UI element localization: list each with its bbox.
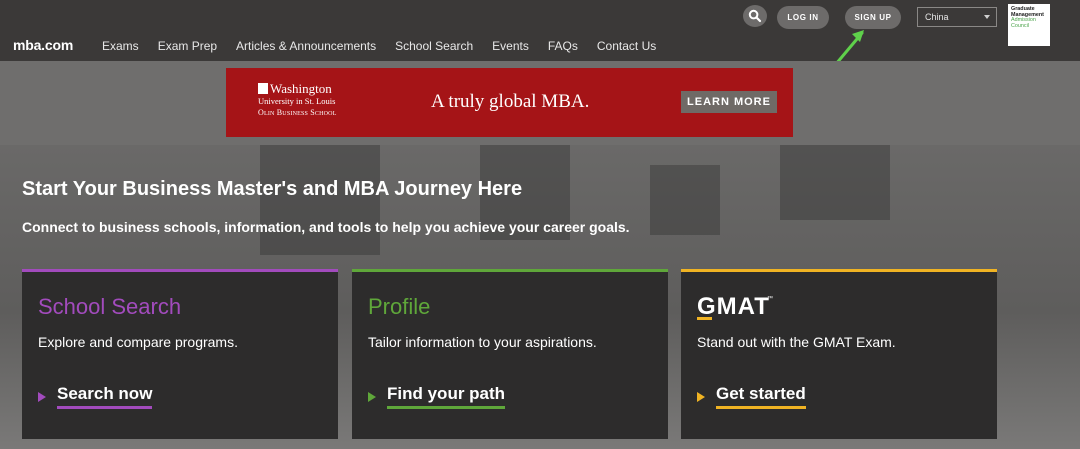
hero-subtitle: Connect to business schools, information… xyxy=(22,219,630,235)
search-now-link[interactable]: Search now xyxy=(38,384,153,409)
crest-icon xyxy=(258,83,268,94)
nav-exam-prep[interactable]: Exam Prep xyxy=(158,39,217,53)
card-title: School Search xyxy=(38,294,182,319)
gmac-logo[interactable]: Graduate Management Admission Council xyxy=(1008,4,1050,46)
card-description: Explore and compare programs. xyxy=(38,334,238,350)
ad-tagline: A truly global MBA. xyxy=(431,91,590,112)
ad-logo-line3: Olin Business School xyxy=(258,108,337,117)
get-started-link[interactable]: Get started xyxy=(697,384,806,409)
site-header: mba.com Exams Exam Prep Articles & Annou… xyxy=(0,0,1080,61)
cta-label: Get started xyxy=(716,384,806,409)
play-arrow-icon xyxy=(368,391,376,402)
main-nav: Exams Exam Prep Articles & Announcements… xyxy=(102,39,675,53)
search-button[interactable] xyxy=(743,5,767,27)
washu-olin-logo: Washington University in St. Louis Olin … xyxy=(258,82,337,119)
card-title: Profile xyxy=(368,294,431,319)
card-description: Stand out with the GMAT Exam. xyxy=(697,334,896,350)
hero-photo-shape xyxy=(780,145,890,220)
hero-photo-shape xyxy=(650,165,720,235)
card-description: Tailor information to your aspirations. xyxy=(368,334,597,350)
cta-label: Search now xyxy=(57,384,153,409)
login-button[interactable]: LOG IN xyxy=(777,6,829,29)
play-arrow-icon xyxy=(38,391,46,402)
profile-card[interactable]: Profile Tailor information to your aspir… xyxy=(352,269,668,439)
ad-logo-line1: Washington xyxy=(270,81,332,96)
find-your-path-link[interactable]: Find your path xyxy=(368,384,506,409)
gmat-card[interactable]: GMAT ™ Stand out with the GMAT Exam. Get… xyxy=(681,269,997,439)
ad-logo-line2: University in St. Louis xyxy=(258,96,336,106)
country-select[interactable]: China xyxy=(917,7,997,27)
nav-exams[interactable]: Exams xyxy=(102,39,139,53)
site-logo[interactable]: mba.com xyxy=(13,37,73,53)
cta-label: Find your path xyxy=(387,384,506,409)
learn-more-button[interactable]: LEARN MORE xyxy=(681,91,777,113)
nav-events[interactable]: Events xyxy=(492,39,529,53)
svg-text:™: ™ xyxy=(767,295,773,302)
play-arrow-icon xyxy=(697,391,705,402)
nav-faqs[interactable]: FAQs xyxy=(548,39,578,53)
gmat-logo-text: GMAT xyxy=(697,293,770,320)
hero-title: Start Your Business Master's and MBA Jou… xyxy=(22,178,523,200)
ad-banner[interactable]: Washington University in St. Louis Olin … xyxy=(226,68,793,137)
search-icon xyxy=(748,9,762,23)
nav-articles[interactable]: Articles & Announcements xyxy=(236,39,376,53)
chevron-down-icon xyxy=(984,15,990,19)
hero-section: Start Your Business Master's and MBA Jou… xyxy=(0,145,1080,449)
school-search-card[interactable]: School Search Explore and compare progra… xyxy=(22,269,338,439)
nav-contact[interactable]: Contact Us xyxy=(597,39,656,53)
country-value: China xyxy=(925,12,949,22)
nav-school-search[interactable]: School Search xyxy=(395,39,473,53)
gmac-line: Council xyxy=(1011,22,1029,29)
gmat-logo: GMAT ™ xyxy=(697,293,773,320)
